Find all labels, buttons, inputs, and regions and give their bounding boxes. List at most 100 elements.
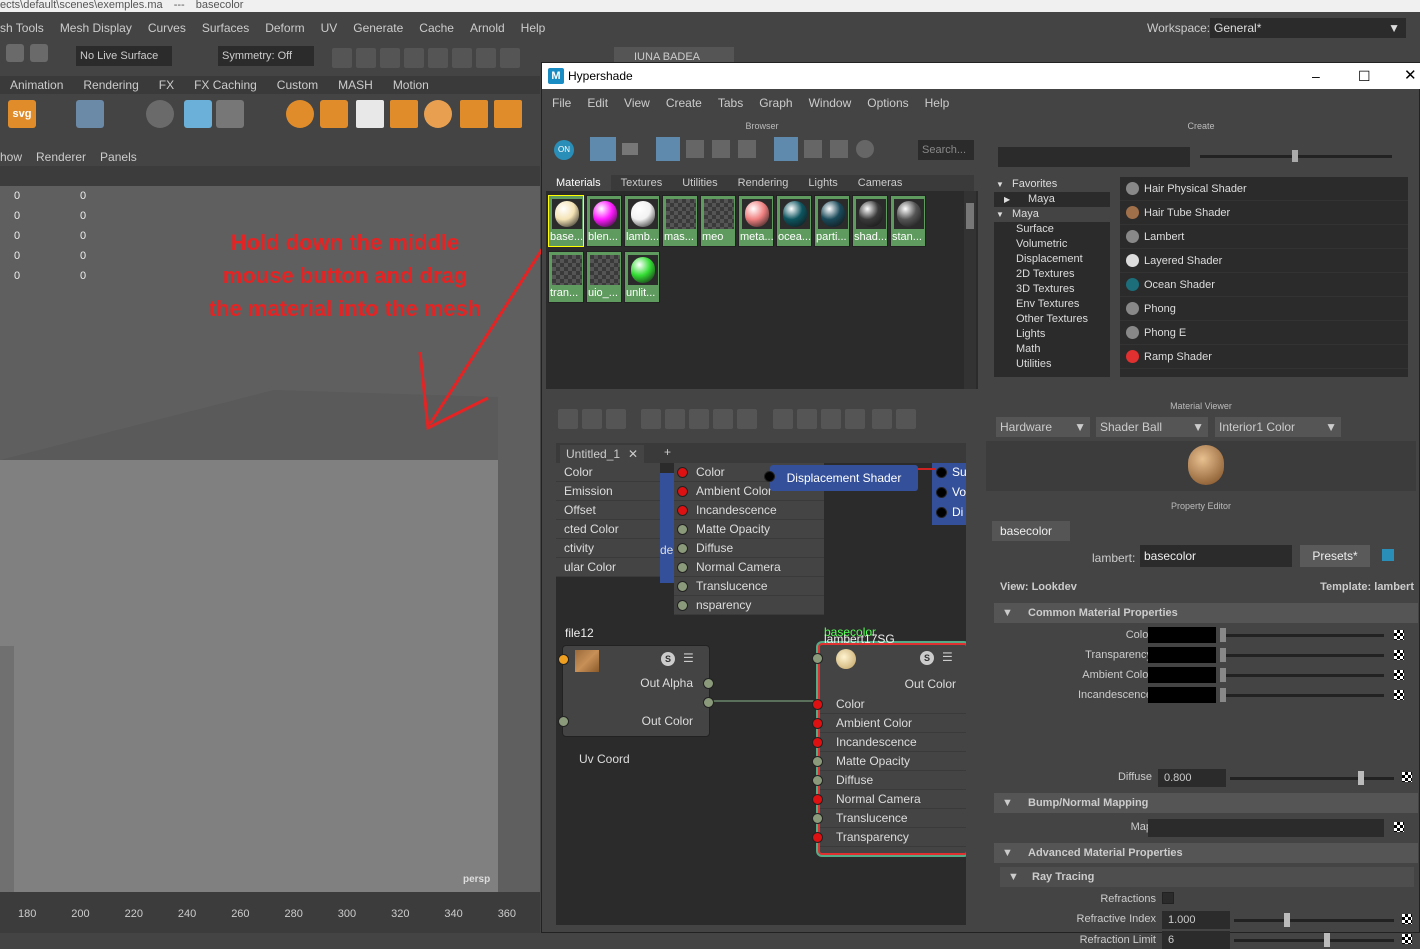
create-tree-item[interactable]: ▶ Maya <box>994 192 1110 207</box>
graph-tab[interactable]: Untitled_1 ✕ <box>560 445 644 463</box>
create-size-slider[interactable] <box>1200 150 1392 162</box>
hypershade-menu-item[interactable]: Create <box>666 96 702 110</box>
create-tree-item[interactable]: Volumetric <box>994 237 1110 252</box>
lambert-node[interactable]: basecolor lambert17SG S ☰ Out Color Colo… <box>812 625 966 855</box>
browser-tab[interactable]: Lights <box>798 175 847 191</box>
minimize-button[interactable]: – <box>1312 63 1320 89</box>
create-tree-item[interactable]: Displacement <box>994 252 1110 267</box>
material-swatch[interactable]: blen... <box>586 195 622 247</box>
section-bump[interactable]: ▼ Bump/Normal Mapping <box>994 793 1418 813</box>
close-button[interactable]: ✕ <box>1404 63 1417 89</box>
graph-input-icon[interactable] <box>558 409 578 429</box>
hypershade-menu-item[interactable]: Edit <box>587 96 608 110</box>
create-list-item[interactable]: Hair Tube Shader <box>1120 201 1408 225</box>
hypershade-menu-item[interactable]: File <box>552 96 571 110</box>
material-swatch[interactable]: meo <box>700 195 736 247</box>
section-common[interactable]: ▼ Common Material Properties <box>994 603 1418 623</box>
out-alpha-port[interactable] <box>703 678 714 689</box>
large-swatch-icon[interactable] <box>712 140 730 158</box>
color-slider[interactable] <box>1220 688 1384 702</box>
create-list-item[interactable]: Layered Shader <box>1120 249 1408 273</box>
browser-tab[interactable]: Utilities <box>672 175 727 191</box>
toggle-on-icon[interactable]: ON <box>554 140 574 160</box>
material-swatch[interactable]: unlit... <box>624 251 660 303</box>
graph-output-icon[interactable] <box>606 409 626 429</box>
create-list-item[interactable]: Phong <box>1120 297 1408 321</box>
material-swatch[interactable]: shad... <box>852 195 888 247</box>
graph-clear-icon[interactable] <box>689 409 710 429</box>
lambert-attr-port[interactable] <box>812 718 823 729</box>
lambert-attr-port[interactable] <box>812 737 823 748</box>
bump-map-field[interactable] <box>1148 819 1384 837</box>
presets-button[interactable]: Presets* <box>1300 545 1370 567</box>
add-tab-button[interactable]: + <box>664 445 680 459</box>
color-swatch[interactable] <box>1148 647 1216 663</box>
geometry-dropdown[interactable]: Shader Ball ▼ <box>1096 417 1208 437</box>
refraction-limit-field[interactable]: 6 <box>1162 931 1230 949</box>
refractive-index-slider[interactable] <box>1234 913 1394 927</box>
hypershade-menu-item[interactable]: Tabs <box>718 96 743 110</box>
map-button[interactable] <box>1394 630 1404 640</box>
material-swatch[interactable]: parti... <box>814 195 850 247</box>
material-swatch[interactable]: stan... <box>890 195 926 247</box>
sort-type-icon[interactable] <box>804 140 822 158</box>
browser-tab[interactable]: Rendering <box>728 175 799 191</box>
node-name-field[interactable]: basecolor <box>1140 545 1292 567</box>
map-button[interactable] <box>1394 690 1404 700</box>
refresh-icon[interactable] <box>856 140 874 158</box>
create-tree-item[interactable]: Lights <box>994 327 1110 342</box>
create-tree-item[interactable]: Other Textures <box>994 312 1110 327</box>
color-swatch[interactable] <box>1148 687 1216 703</box>
focus-icon[interactable] <box>1382 549 1394 561</box>
property-tab[interactable]: basecolor <box>992 521 1070 541</box>
create-list-item[interactable]: Ramp Shader <box>1120 345 1408 369</box>
lambert-attr-port[interactable] <box>812 813 823 824</box>
refractive-index-field[interactable]: 1.000 <box>1162 911 1230 929</box>
graph-connect-icon[interactable] <box>737 409 758 429</box>
bump-map-button[interactable] <box>1394 822 1404 832</box>
node-graph[interactable]: Color Emission Offset cted Color ctivity ular… <box>556 463 966 925</box>
material-swatch[interactable]: meta... <box>738 195 774 247</box>
hypershade-menu-item[interactable]: Graph <box>759 96 792 110</box>
file-node[interactable]: file12 S ☰ Out Alpha Out Color Uv Coord <box>558 626 714 766</box>
search-field[interactable]: Search... <box>918 140 974 160</box>
create-list-item[interactable]: Ocean Shader <box>1120 273 1408 297</box>
color-swatch[interactable] <box>1148 667 1216 683</box>
graph-search-icon[interactable] <box>872 409 893 429</box>
refractive-index-map-button[interactable] <box>1402 914 1412 924</box>
section-ray-tracing[interactable]: ▼ Ray Tracing <box>1000 867 1414 887</box>
attr-menu-icon[interactable]: ☰ <box>942 650 953 664</box>
hypershade-menu-item[interactable]: Window <box>809 96 852 110</box>
refraction-limit-slider[interactable] <box>1234 933 1394 947</box>
map-button[interactable] <box>1394 670 1404 680</box>
lambert-attr-port[interactable] <box>812 775 823 786</box>
uv-coord-port[interactable] <box>558 716 569 727</box>
graph-mode3-icon[interactable] <box>820 409 841 429</box>
file-input-port[interactable] <box>558 654 569 665</box>
browser-scrollbar[interactable] <box>964 191 976 389</box>
section-advanced[interactable]: ▼ Advanced Material Properties <box>994 843 1418 863</box>
medium-swatch-icon[interactable] <box>686 140 704 158</box>
color-slider[interactable] <box>1220 668 1384 682</box>
map-button[interactable] <box>1394 650 1404 660</box>
diffuse-map-button[interactable] <box>1402 772 1412 782</box>
graph-arrange-icon[interactable] <box>713 409 734 429</box>
slider-handle[interactable] <box>1220 628 1226 642</box>
graph-mode4-icon[interactable] <box>844 409 865 429</box>
refraction-limit-map-button[interactable] <box>1402 934 1412 944</box>
create-tree-item[interactable]: 3D Textures <box>994 282 1110 297</box>
material-swatch[interactable]: base... <box>548 195 584 247</box>
create-tree-item[interactable]: Math <box>994 342 1110 357</box>
create-tree-item[interactable]: Env Textures <box>994 297 1110 312</box>
hypershade-menu-item[interactable]: Options <box>867 96 908 110</box>
material-swatch[interactable]: ocea... <box>776 195 812 247</box>
lambert-input-port[interactable] <box>812 653 823 664</box>
color-slider[interactable] <box>1220 648 1384 662</box>
graph-frame-icon[interactable] <box>896 409 917 429</box>
view-list-icon[interactable] <box>622 143 638 155</box>
renderer-dropdown[interactable]: Hardware ▼ <box>996 417 1090 437</box>
graph-remove-icon[interactable] <box>665 409 686 429</box>
view-icons-icon[interactable] <box>590 137 616 161</box>
sort-az-icon[interactable] <box>774 137 798 161</box>
color-swatch[interactable] <box>1148 627 1216 643</box>
